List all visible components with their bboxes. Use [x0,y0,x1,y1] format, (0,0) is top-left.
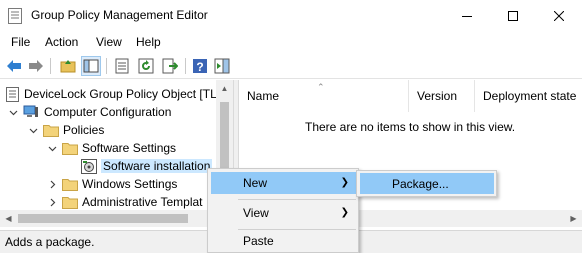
menu-help[interactable]: Help [136,35,161,49]
context-menu-paste[interactable]: Paste [211,230,357,252]
menu-file[interactable]: File [11,35,30,49]
status-text: Adds a package. [5,235,95,249]
tree-item-software-settings[interactable]: Software Settings [47,139,176,157]
forward-arrow-icon[interactable] [26,56,46,76]
tree-item-label: Software Settings [82,141,177,155]
context-submenu: Package... [356,170,497,197]
maximize-button[interactable] [490,0,535,31]
toolbar: ? [0,53,582,79]
tree-item-label: Administrative Templat [82,195,203,209]
chevron-down-icon[interactable] [28,125,38,135]
folder-icon [62,196,78,209]
context-menu-view[interactable]: View ❯ [211,202,357,224]
column-header-deployment-state[interactable]: Deployment state [475,80,582,112]
tree-item-software-installation[interactable]: Software installation [81,157,213,175]
tree-item-label: Software installation [101,159,213,173]
scroll-left-icon[interactable]: ◀ [0,210,17,227]
context-menu-label: Paste [243,234,274,248]
tree-item-label: Windows Settings [82,177,178,191]
chevron-right-icon[interactable] [47,179,57,189]
computer-icon [23,105,39,119]
menu-bar: File Action View Help [0,31,582,53]
context-menu-new[interactable]: New ❯ [211,172,357,194]
up-folder-icon[interactable] [58,56,78,76]
tree-item-policies[interactable]: Policies [28,121,104,139]
group-policy-icon [8,8,22,24]
tree-item-gpo-root[interactable]: DeviceLock Group Policy Object [TL [6,85,217,103]
minimize-button[interactable] [444,0,489,31]
scroll-up-icon[interactable]: ▲ [216,80,233,97]
context-menu-label: View [243,206,269,220]
tree-item-administrative-templates[interactable]: Administrative Templat [47,193,203,211]
column-header-version[interactable]: Version [409,80,475,112]
tree-item-label: Policies [63,123,105,137]
tree-pane: DeviceLock Group Policy Object [TL Compu… [0,80,233,230]
chevron-right-icon: ❯ [340,207,349,218]
help-icon[interactable]: ? [190,56,210,76]
submenu-label: Package... [392,176,449,191]
software-install-icon [81,158,97,174]
close-button[interactable] [536,0,581,31]
menu-action[interactable]: Action [45,35,78,49]
chevron-right-icon: ❯ [340,177,349,188]
context-menu-label: New [243,176,268,190]
tree-item-windows-settings[interactable]: Windows Settings [47,175,177,193]
column-header-name[interactable]: Name [239,80,409,112]
export-list-icon[interactable] [160,56,180,76]
tree-item-label: Computer Configuration [44,105,172,119]
show-hide-tree-icon[interactable] [81,56,101,76]
chevron-down-icon[interactable] [8,107,18,117]
folder-icon [62,178,78,191]
window-title: Group Policy Management Editor [31,8,208,22]
scrollbar-thumb[interactable] [18,214,188,223]
show-action-pane-icon[interactable] [212,56,232,76]
empty-list-message: There are no items to show in this view. [305,120,516,134]
svg-text:?: ? [196,60,203,74]
refresh-icon[interactable] [136,56,156,76]
folder-icon [43,124,59,137]
menu-view[interactable]: View [96,35,122,49]
submenu-package[interactable]: Package... [360,173,494,194]
folder-icon [62,142,78,155]
properties-icon[interactable] [112,56,132,76]
tree-item-label: DeviceLock Group Policy Object [TL [24,87,217,101]
chevron-down-icon[interactable] [47,143,57,153]
chevron-right-icon[interactable] [47,197,57,207]
back-arrow-icon[interactable] [4,56,24,76]
tree-item-computer-configuration[interactable]: Computer Configuration [8,103,171,121]
context-menu: New ❯ View ❯ Paste [207,168,359,253]
scroll-right-icon[interactable]: ▶ [565,210,582,227]
title-bar: Group Policy Management Editor [0,0,582,31]
tree-horizontal-scrollbar[interactable]: ◀ [0,210,233,227]
gpo-document-icon [6,86,19,102]
